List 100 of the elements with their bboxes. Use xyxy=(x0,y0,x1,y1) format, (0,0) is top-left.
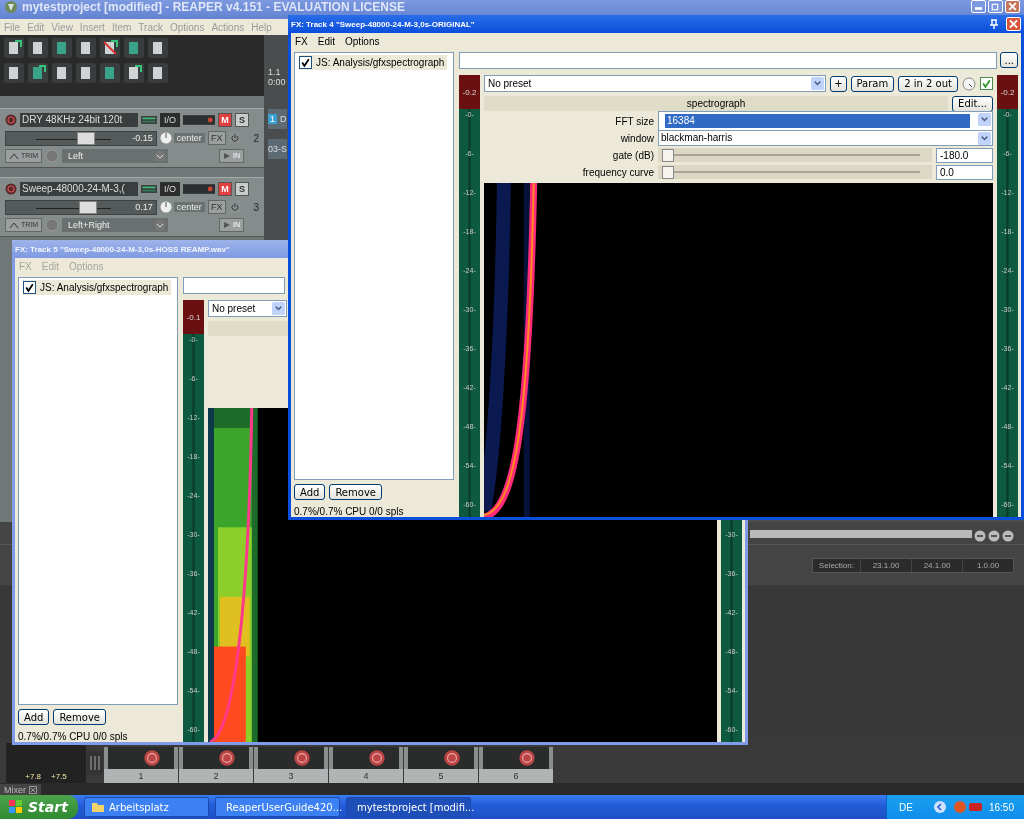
menu-item[interactable]: Options xyxy=(345,35,380,47)
play-icon xyxy=(223,220,232,229)
add-preset-button[interactable]: + xyxy=(830,75,847,92)
restore-button[interactable] xyxy=(988,0,1003,13)
cpu-status: 0.7%/0.7% CPU 0/0 spls xyxy=(294,506,405,517)
volume-slider[interactable]: -0.15 xyxy=(5,130,157,146)
volume-slider[interactable]: 0.17 xyxy=(5,199,157,215)
fx-list-item[interactable]: JS: Analysis/gfxspectrograph xyxy=(23,280,172,295)
parameter-value-field[interactable]: 0.0 xyxy=(936,164,993,180)
taskbar-button[interactable]: Arbeitsplatz xyxy=(84,797,209,817)
close-button[interactable] xyxy=(1005,0,1020,13)
fx-list-item[interactable]: JS: Analysis/gfxspectrograph xyxy=(299,55,448,70)
enable-checkbox[interactable] xyxy=(980,77,993,90)
io-button[interactable]: I/O xyxy=(160,113,180,128)
selection-label: Selection: xyxy=(817,559,855,572)
parameter-dropdown[interactable]: 16384 xyxy=(658,111,993,131)
toolbar-icon[interactable] xyxy=(51,37,73,59)
remove-button[interactable]: Remove xyxy=(53,709,106,725)
item-number: 1 xyxy=(268,114,277,124)
solo-button[interactable]: S xyxy=(235,113,249,128)
parameter-value-field[interactable]: -180.0 xyxy=(936,147,993,163)
menu-item[interactable]: Edit xyxy=(317,35,335,47)
browse-button[interactable]: ... xyxy=(1000,52,1018,68)
master-send-icon[interactable] xyxy=(141,115,157,126)
param-button[interactable]: Param xyxy=(850,75,895,92)
zoom-icon[interactable] xyxy=(1002,530,1014,542)
zoom-icon[interactable] xyxy=(974,530,986,542)
parameter-slider[interactable] xyxy=(658,165,932,179)
slider-handle[interactable] xyxy=(662,149,674,162)
toolbar-icon[interactable] xyxy=(51,62,73,84)
track-name-field[interactable]: Sweep-48000-24-M-3,( xyxy=(20,182,138,197)
media-item[interactable]: 03-S xyxy=(268,139,287,159)
parameter-dropdown[interactable]: blackman-harris xyxy=(658,130,993,146)
preset-dropdown[interactable]: No preset xyxy=(484,75,827,92)
fader-handle[interactable] xyxy=(77,131,96,145)
toolbar-icon[interactable] xyxy=(99,62,121,84)
toolbar-icon[interactable] xyxy=(27,62,49,84)
input-dropdown[interactable]: Left xyxy=(62,148,169,163)
preset-dropdown[interactable]: No preset xyxy=(208,300,287,317)
text-field[interactable] xyxy=(459,52,998,69)
power-icon[interactable] xyxy=(228,132,241,144)
remove-button[interactable]: Remove xyxy=(329,484,382,500)
close-button[interactable] xyxy=(1006,17,1021,31)
zoom-icon[interactable] xyxy=(988,530,1000,542)
pin-icon[interactable] xyxy=(988,18,1000,30)
slider-handle[interactable] xyxy=(662,166,674,179)
solo-button[interactable]: S xyxy=(235,182,249,197)
record-arm-icon[interactable] xyxy=(5,114,17,127)
mute-button[interactable]: M xyxy=(218,113,232,128)
selection-length[interactable]: 1.0.00 xyxy=(962,558,1013,572)
track-name-field[interactable]: DRY 48KHz 24bit 120t xyxy=(20,113,138,128)
wet-knob-icon[interactable] xyxy=(962,76,976,91)
checkbox[interactable] xyxy=(23,281,36,294)
toolbar-icon[interactable] xyxy=(27,37,49,59)
selection-start[interactable]: 23.1.00 xyxy=(860,558,911,572)
record-arm-icon[interactable] xyxy=(5,183,17,196)
toolbar-icon[interactable] xyxy=(3,37,25,59)
fader-handle[interactable] xyxy=(78,200,97,214)
arrow-left-icon[interactable] xyxy=(932,800,947,814)
master-send-icon[interactable] xyxy=(141,184,157,195)
fx-button[interactable]: FX xyxy=(207,131,226,145)
routing-button[interactable]: 2 in 2 out xyxy=(898,75,958,92)
mixer-routing-icon[interactable] xyxy=(87,751,103,775)
power-icon[interactable] xyxy=(228,201,241,213)
edit-button[interactable]: Edit... xyxy=(952,95,993,112)
plugin-name-bar: spectrograph xyxy=(484,96,949,111)
toolbar-icon[interactable] xyxy=(147,37,169,59)
add-button[interactable]: Add xyxy=(294,484,326,500)
toolbar-icon[interactable] xyxy=(75,62,97,84)
toolbar-icon[interactable] xyxy=(147,62,169,84)
text-field[interactable] xyxy=(183,277,285,294)
toolbar-icon[interactable] xyxy=(99,37,121,59)
minimize-button[interactable] xyxy=(971,0,986,13)
mixer-tab[interactable]: Mixer xyxy=(0,784,41,796)
toolbar-icon[interactable] xyxy=(123,37,145,59)
menu-item[interactable]: FX xyxy=(295,35,308,47)
peak-reading: -0.2 xyxy=(462,87,477,97)
mute-button[interactable]: M xyxy=(218,182,232,197)
toolbar-icon[interactable] xyxy=(123,62,145,84)
io-button[interactable]: I/O xyxy=(160,182,180,197)
add-button[interactable]: Add xyxy=(18,709,50,725)
ruler-label: 0:00 xyxy=(268,77,286,87)
selection-end[interactable]: 24.1.00 xyxy=(911,558,962,572)
checkbox[interactable] xyxy=(299,56,312,69)
start-button[interactable]: Start xyxy=(0,795,78,819)
toolbar-icon[interactable] xyxy=(75,37,97,59)
item-label: 03-S xyxy=(268,144,287,154)
channel-number: 4 xyxy=(329,769,403,783)
fx-button[interactable]: FX xyxy=(207,200,226,214)
cpu-status: 0.7%/0.7% CPU 0/0 spls xyxy=(18,731,129,742)
taskbar-button[interactable]: ReaperUserGuide420... xyxy=(215,797,340,817)
language-indicator[interactable]: DE xyxy=(899,801,913,813)
toolbar-icon[interactable] xyxy=(3,62,25,84)
parameter-label: gate (dB) xyxy=(611,149,654,161)
media-item[interactable]: 1 D xyxy=(268,109,287,129)
folder-icon xyxy=(91,800,105,814)
input-dropdown[interactable]: Left+Right xyxy=(62,217,169,232)
parameter-slider[interactable] xyxy=(658,148,932,162)
horizontal-scrollbar[interactable] xyxy=(750,530,972,538)
parameter-label: frequency curve xyxy=(581,166,654,178)
